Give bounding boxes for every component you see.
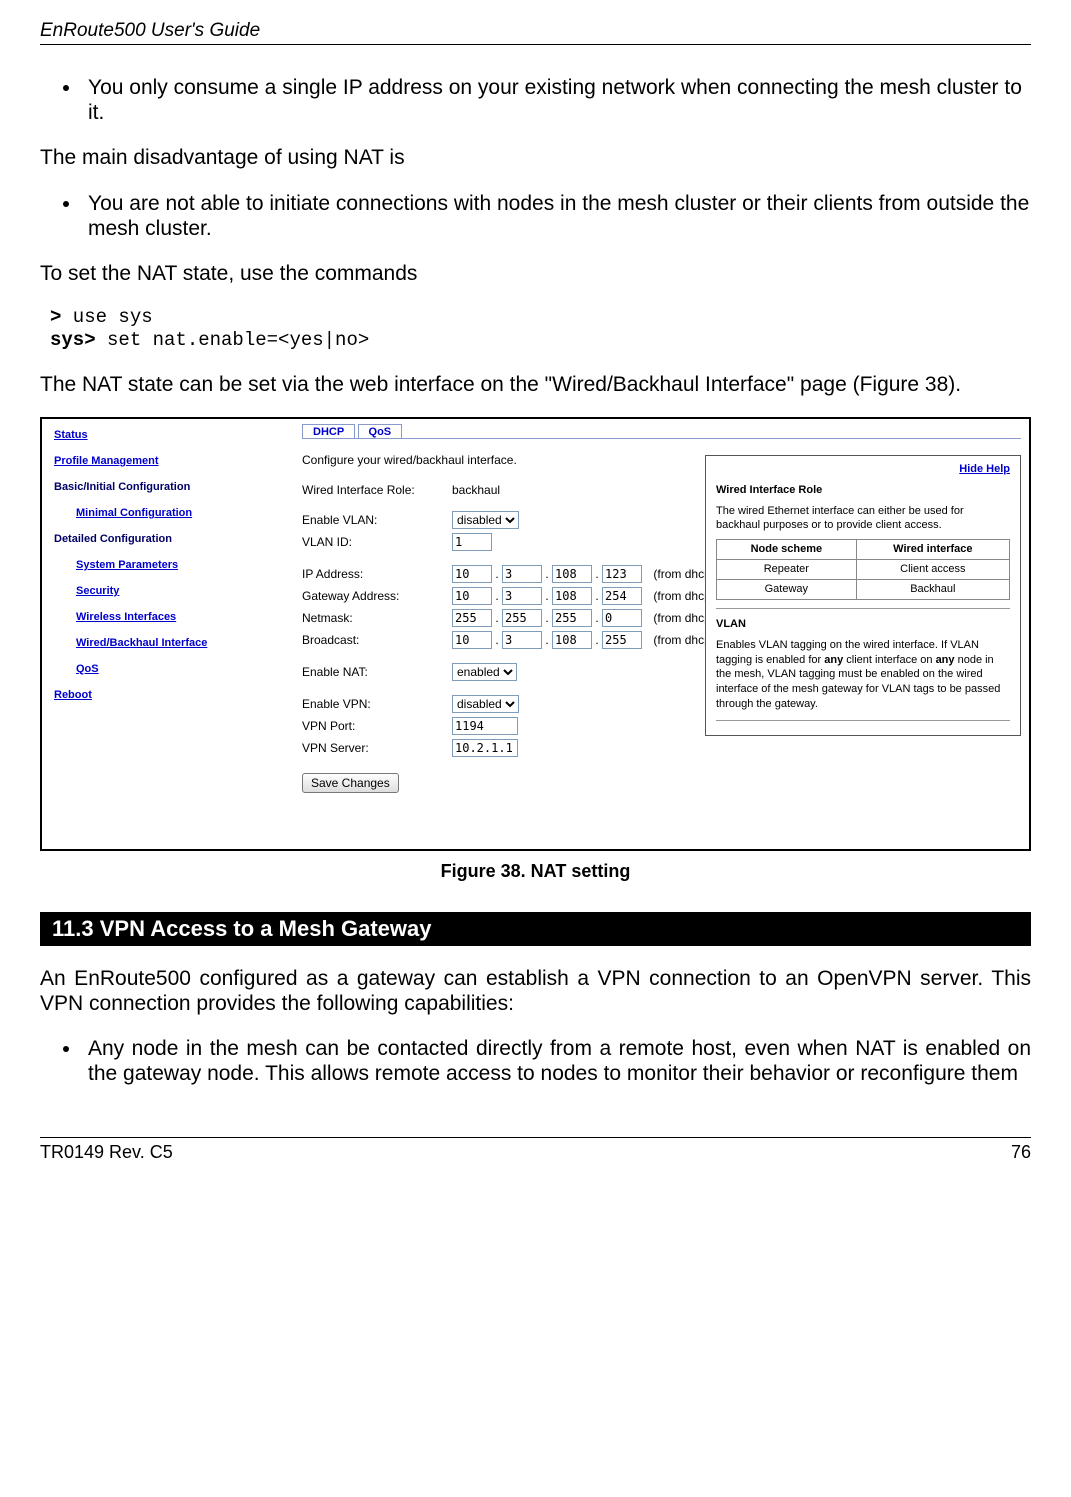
help-td: Repeater xyxy=(717,560,857,580)
input-nm-c[interactable] xyxy=(552,609,592,627)
cmd-text: set nat.enable=<yes|no> xyxy=(96,329,370,351)
dhcp-note: (from dhcp xyxy=(653,589,710,603)
hide-help-link[interactable]: Hide Help xyxy=(959,463,1010,475)
help-td: Gateway xyxy=(717,579,857,599)
label-vpn-server: VPN Server: xyxy=(302,741,452,755)
bullet-item: You only consume a single IP address on … xyxy=(82,75,1031,125)
bullet-item: You are not able to initiate connections… xyxy=(82,191,1031,241)
nav-status[interactable]: Status xyxy=(54,429,286,441)
dhcp-note: (from dhcp xyxy=(653,611,710,625)
tab-dhcp[interactable]: DHCP xyxy=(302,424,355,439)
header-rule xyxy=(40,44,1031,45)
input-gw-b[interactable] xyxy=(502,587,542,605)
dhcp-note: (from dhcp xyxy=(653,567,710,581)
nav-minimal[interactable]: Minimal Configuration xyxy=(76,507,286,519)
label-vlan-id: VLAN ID: xyxy=(302,535,452,549)
input-bc-d[interactable] xyxy=(602,631,642,649)
paragraph: The main disadvantage of using NAT is xyxy=(40,145,1031,170)
input-gw-d[interactable] xyxy=(602,587,642,605)
command-block: > use sys sys> set nat.enable=<yes|no> xyxy=(50,306,1031,352)
figure-caption: Figure 38. NAT setting xyxy=(40,861,1031,882)
tab-qos[interactable]: QoS xyxy=(358,424,403,439)
label-gateway: Gateway Address: xyxy=(302,589,452,603)
cmd-text: use sys xyxy=(61,306,152,328)
nav-basic-heading: Basic/Initial Configuration xyxy=(54,481,286,493)
input-bc-c[interactable] xyxy=(552,631,592,649)
label-nat-enable: Enable NAT: xyxy=(302,665,452,679)
page-footer: TR0149 Rev. C5 76 xyxy=(40,1137,1031,1163)
save-button[interactable]: Save Changes xyxy=(302,773,399,793)
select-vpn-enable[interactable]: disabled xyxy=(452,695,519,713)
dhcp-note: (from dhcp xyxy=(653,633,710,647)
paragraph: To set the NAT state, use the commands xyxy=(40,261,1031,286)
input-bc-b[interactable] xyxy=(502,631,542,649)
input-nm-d[interactable] xyxy=(602,609,642,627)
sidebar-nav: Status Profile Management Basic/Initial … xyxy=(42,419,294,849)
help-panel: Hide Help Wired Interface Role The wired… xyxy=(705,455,1021,736)
nav-security[interactable]: Security xyxy=(76,585,286,597)
nav-qos[interactable]: QoS xyxy=(76,663,286,675)
label-vpn-enable: Enable VPN: xyxy=(302,697,452,711)
help-text: The wired Ethernet interface can either … xyxy=(716,504,1010,534)
input-ip-b[interactable] xyxy=(502,565,542,583)
input-ip-c[interactable] xyxy=(552,565,592,583)
paragraph: An EnRoute500 configured as a gateway ca… xyxy=(40,966,1031,1016)
label-broadcast: Broadcast: xyxy=(302,633,452,647)
tab-bar: DHCP QoS xyxy=(302,423,1021,439)
nav-profile[interactable]: Profile Management xyxy=(54,455,286,467)
help-td: Backhaul xyxy=(856,579,1009,599)
label-netmask: Netmask: xyxy=(302,611,452,625)
label-ip: IP Address: xyxy=(302,567,452,581)
nav-reboot[interactable]: Reboot xyxy=(54,689,286,701)
footer-left: TR0149 Rev. C5 xyxy=(40,1142,173,1163)
label-role: Wired Interface Role: xyxy=(302,483,452,497)
section-heading: 11.3 VPN Access to a Mesh Gateway xyxy=(40,912,1031,946)
input-gw-a[interactable] xyxy=(452,587,492,605)
help-table: Node schemeWired interface RepeaterClien… xyxy=(716,539,1010,600)
config-panel: DHCP QoS Configure your wired/backhaul i… xyxy=(294,419,1029,849)
nav-system-params[interactable]: System Parameters xyxy=(76,559,286,571)
paragraph: The NAT state can be set via the web int… xyxy=(40,372,1031,397)
cmd-prompt: > xyxy=(50,306,61,328)
cmd-prompt: sys> xyxy=(50,329,96,351)
help-th: Wired interface xyxy=(856,540,1009,560)
help-title-role: Wired Interface Role xyxy=(716,483,1010,498)
help-th: Node scheme xyxy=(717,540,857,560)
input-ip-a[interactable] xyxy=(452,565,492,583)
nav-detailed-heading: Detailed Configuration xyxy=(54,533,286,545)
value-role: backhaul xyxy=(452,483,500,497)
input-vpn-port[interactable] xyxy=(452,717,518,735)
input-bc-a[interactable] xyxy=(452,631,492,649)
help-title-vlan: VLAN xyxy=(716,617,1010,632)
label-vpn-port: VPN Port: xyxy=(302,719,452,733)
nav-wired-backhaul[interactable]: Wired/Backhaul Interface xyxy=(76,637,286,649)
label-vlan-enable: Enable VLAN: xyxy=(302,513,452,527)
doc-header-title: EnRoute500 User's Guide xyxy=(40,20,1031,42)
bullet-item: Any node in the mesh can be contacted di… xyxy=(82,1036,1031,1086)
input-vpn-server[interactable] xyxy=(452,739,518,757)
input-gw-c[interactable] xyxy=(552,587,592,605)
help-text: Enables VLAN tagging on the wired interf… xyxy=(716,638,1010,712)
footer-page-number: 76 xyxy=(1011,1142,1031,1163)
nav-wireless[interactable]: Wireless Interfaces xyxy=(76,611,286,623)
select-vlan-enable[interactable]: disabled xyxy=(452,511,519,529)
figure-screenshot: Status Profile Management Basic/Initial … xyxy=(40,417,1031,851)
select-nat-enable[interactable]: enabled xyxy=(452,663,517,681)
input-nm-b[interactable] xyxy=(502,609,542,627)
input-vlan-id[interactable] xyxy=(452,533,492,551)
input-nm-a[interactable] xyxy=(452,609,492,627)
input-ip-d[interactable] xyxy=(602,565,642,583)
help-td: Client access xyxy=(856,560,1009,580)
